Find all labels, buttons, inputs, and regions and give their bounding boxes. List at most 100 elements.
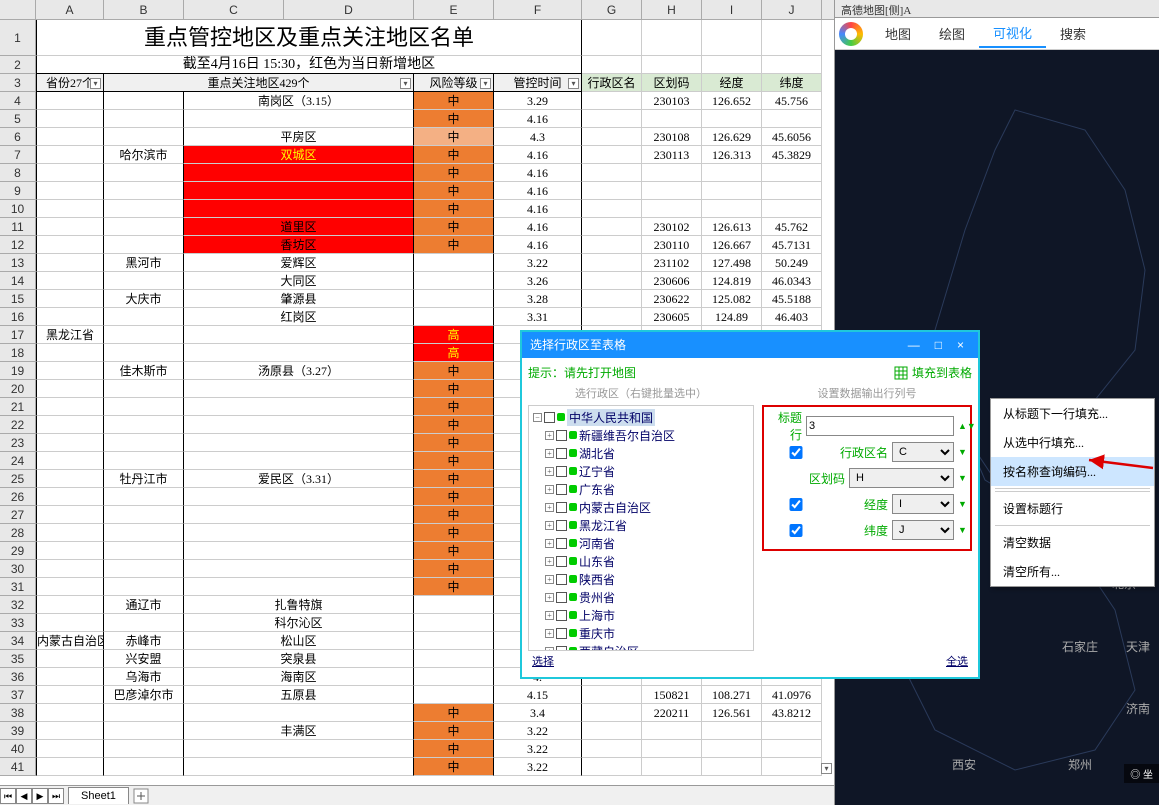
cell-code[interactable] [642, 164, 702, 182]
cell-lat[interactable]: 46.403 [762, 308, 822, 326]
cell-district[interactable]: 双城区 [184, 146, 414, 164]
cell-district[interactable]: 红岗区 [184, 308, 414, 326]
tree-checkbox[interactable] [556, 574, 567, 585]
cell-time[interactable]: 3.22 [494, 254, 582, 272]
cell-code[interactable]: 230606 [642, 272, 702, 290]
cell-risk[interactable]: 中 [414, 236, 494, 254]
title-row-input[interactable] [806, 416, 954, 436]
cell-lng[interactable]: 126.313 [702, 146, 762, 164]
lat-select[interactable]: J [892, 520, 954, 540]
tree-item[interactable]: +上海市 [531, 606, 751, 624]
cell-risk[interactable]: 中 [414, 542, 494, 560]
context-menu-item[interactable]: 按名称查询编码... [991, 457, 1154, 486]
cell-city[interactable] [104, 344, 184, 362]
tree-checkbox[interactable] [556, 502, 567, 513]
cell-district[interactable]: 平房区 [184, 128, 414, 146]
cell-district[interactable]: 松山区 [184, 632, 414, 650]
cell-city[interactable]: 牡丹江市 [104, 470, 184, 488]
cell-risk[interactable] [414, 290, 494, 308]
cell-province[interactable] [36, 236, 104, 254]
tree-item[interactable]: +重庆市 [531, 624, 751, 642]
cell-district[interactable]: 南岗区（3.15） [184, 92, 414, 110]
cell-district[interactable] [184, 326, 414, 344]
cell-city[interactable] [104, 218, 184, 236]
cell-district[interactable]: 道里区 [184, 218, 414, 236]
cell-risk[interactable]: 中 [414, 560, 494, 578]
cell-lat[interactable] [762, 722, 822, 740]
cell-province[interactable] [36, 254, 104, 272]
close-icon[interactable]: × [951, 338, 970, 352]
header-lng[interactable]: 经度▾ [702, 74, 762, 92]
cell-province[interactable] [36, 200, 104, 218]
cell-lat[interactable] [762, 110, 822, 128]
tree-checkbox[interactable] [556, 628, 567, 639]
cell-time[interactable]: 4.16 [494, 218, 582, 236]
cell-province[interactable] [36, 668, 104, 686]
cell-lat[interactable]: 45.762 [762, 218, 822, 236]
col-header-E[interactable]: E [414, 0, 494, 19]
cell-risk[interactable]: 中 [414, 452, 494, 470]
cell-risk[interactable] [414, 668, 494, 686]
select-all-corner[interactable] [0, 0, 36, 19]
cell-district[interactable] [184, 398, 414, 416]
cell-risk[interactable]: 中 [414, 380, 494, 398]
cell-district[interactable] [184, 110, 414, 128]
cell-city[interactable] [104, 704, 184, 722]
tree-toggle-icon[interactable]: + [545, 575, 554, 584]
cell-city[interactable] [104, 398, 184, 416]
filter-icon[interactable]: ▾ [480, 78, 491, 89]
cell-province[interactable] [36, 614, 104, 632]
cell-city[interactable]: 赤峰市 [104, 632, 184, 650]
cell-province[interactable] [36, 110, 104, 128]
context-menu-item[interactable]: 从选中行填充... [991, 428, 1154, 457]
cell-risk[interactable]: 中 [414, 524, 494, 542]
cell-city[interactable]: 大庆市 [104, 290, 184, 308]
cell-city[interactable] [104, 128, 184, 146]
add-sheet-icon[interactable] [133, 788, 149, 804]
cell-risk[interactable] [414, 272, 494, 290]
context-menu-item[interactable]: 从标题下一行填充... [991, 399, 1154, 428]
cell-city[interactable] [104, 164, 184, 182]
cell-province[interactable] [36, 344, 104, 362]
cell-risk[interactable]: 中 [414, 128, 494, 146]
fill-to-table-link[interactable]: 填充到表格 [894, 364, 972, 381]
cell-risk[interactable] [414, 614, 494, 632]
tree-toggle-icon[interactable]: + [545, 503, 554, 512]
tree-checkbox[interactable] [556, 466, 567, 477]
cell-risk[interactable]: 中 [414, 488, 494, 506]
cell-g[interactable] [582, 164, 642, 182]
select-link[interactable]: 选择 [532, 653, 554, 669]
cell-lng[interactable]: 108.271 [702, 686, 762, 704]
cell-district[interactable]: 五原县 [184, 686, 414, 704]
tree-item[interactable]: +内蒙古自治区 [531, 498, 751, 516]
tree-checkbox[interactable] [556, 484, 567, 495]
region-name-checkbox[interactable] [768, 446, 824, 459]
cell-lat[interactable]: 41.0976 [762, 686, 822, 704]
cell-province[interactable] [36, 128, 104, 146]
cell-district[interactable] [184, 344, 414, 362]
minimize-icon[interactable]: — [902, 338, 926, 352]
cell-city[interactable] [104, 542, 184, 560]
cell-district[interactable]: 汤原县（3.27） [184, 362, 414, 380]
cell-time[interactable]: 3.29 [494, 92, 582, 110]
filter-icon[interactable]: ▾ [568, 78, 579, 89]
cell-province[interactable] [36, 290, 104, 308]
tree-toggle-icon[interactable]: + [545, 467, 554, 476]
cell-lat[interactable]: 45.7131 [762, 236, 822, 254]
dropdown-icon[interactable]: ▼ [958, 499, 966, 509]
cell-lng[interactable]: 126.667 [702, 236, 762, 254]
cell-city[interactable] [104, 506, 184, 524]
nav-prev-icon[interactable]: ◀ [16, 788, 32, 804]
cell-risk[interactable]: 中 [414, 578, 494, 596]
nav-first-icon[interactable]: ⏮ [0, 788, 16, 804]
cell-risk[interactable]: 中 [414, 362, 494, 380]
tree-item[interactable]: +辽宁省 [531, 462, 751, 480]
cell-lat[interactable] [762, 164, 822, 182]
dropdown-icon[interactable]: ▼ [958, 525, 966, 535]
cell-risk[interactable]: 中 [414, 200, 494, 218]
cell-time[interactable]: 3.4 [494, 704, 582, 722]
cell-city[interactable]: 佳木斯市 [104, 362, 184, 380]
cell-risk[interactable]: 中 [414, 722, 494, 740]
cell-g[interactable] [582, 200, 642, 218]
context-menu-item[interactable]: 清空数据 [991, 528, 1154, 557]
